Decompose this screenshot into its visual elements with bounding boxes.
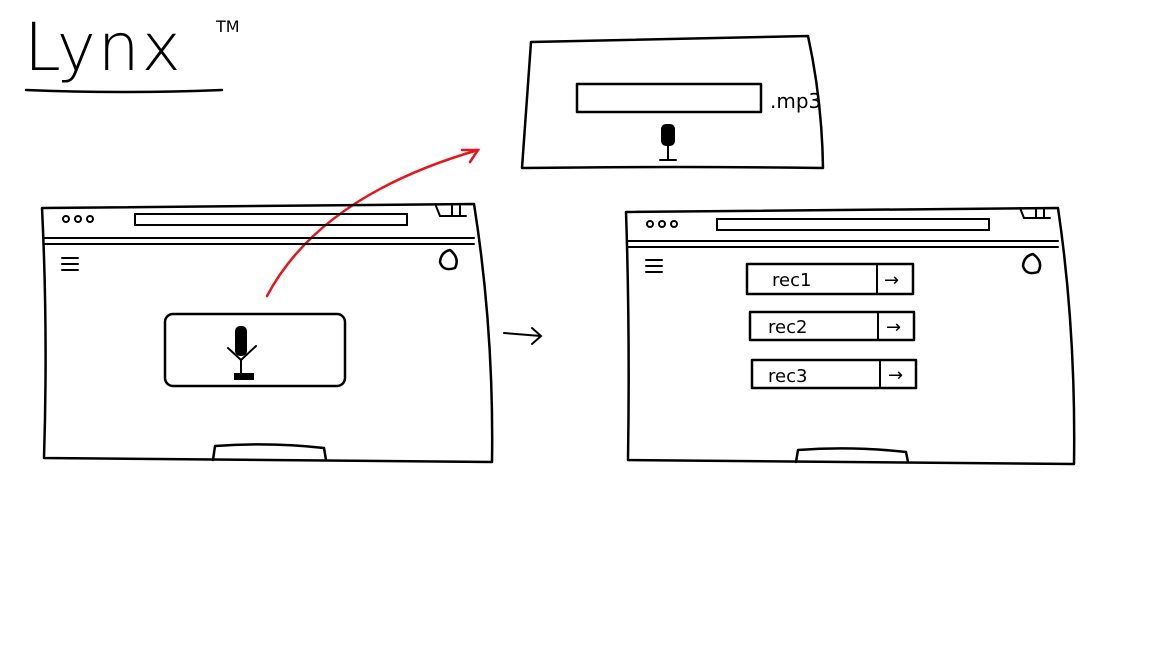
recording-item[interactable]: rec1 →: [745, 262, 915, 296]
recording-item[interactable]: rec3 →: [750, 358, 918, 390]
browser-window-right: rec1 → rec2 → rec3 →: [624, 206, 1076, 466]
flow-arrow: [503, 327, 543, 345]
microphone-icon[interactable]: [227, 326, 257, 380]
hamburger-icon[interactable]: [645, 259, 663, 273]
filename-input[interactable]: [575, 82, 763, 114]
window-controls-icon[interactable]: [435, 205, 467, 217]
recording-label: rec2: [768, 317, 807, 338]
window-dot-icon[interactable]: [74, 215, 82, 223]
window-dot-icon[interactable]: [646, 220, 654, 228]
recording-item[interactable]: rec2 →: [748, 310, 916, 342]
window-frame: [40, 202, 494, 464]
sketch-canvas: Lynx TM .mp3 rec1 → rec2 → rec3 →: [24, 9, 1076, 466]
profile-icon[interactable]: [1021, 252, 1042, 275]
window-dot-icon[interactable]: [86, 215, 94, 223]
browser-window-left: [40, 202, 494, 464]
recording-label: rec3: [768, 366, 807, 387]
profile-icon[interactable]: [438, 248, 458, 271]
logo-underline: [24, 88, 224, 94]
dock-tab: [794, 447, 910, 464]
window-dot-icon[interactable]: [658, 220, 666, 228]
window-dot-icon[interactable]: [670, 220, 678, 228]
arrow-right-icon[interactable]: →: [886, 317, 901, 338]
flow-arrow-red: [265, 148, 481, 298]
address-bar[interactable]: [134, 213, 408, 226]
arrow-right-icon[interactable]: →: [888, 365, 903, 386]
microphone-icon[interactable]: [659, 124, 677, 161]
record-panel: [163, 312, 347, 388]
logo: Lynx TM: [24, 9, 240, 94]
address-bar[interactable]: [716, 218, 990, 231]
logo-trademark: TM: [215, 17, 240, 36]
hamburger-icon[interactable]: [61, 257, 79, 271]
arrow-right-icon[interactable]: →: [884, 270, 899, 291]
dock-tab: [211, 443, 328, 462]
recording-label: rec1: [772, 270, 811, 291]
toolbar-divider: [627, 240, 1059, 248]
recording-popup: .mp3: [520, 34, 825, 170]
extension-label: .mp3: [770, 89, 821, 113]
window-dot-icon[interactable]: [62, 215, 70, 223]
toolbar-divider: [43, 237, 475, 245]
logo-title: Lynx: [24, 9, 183, 86]
